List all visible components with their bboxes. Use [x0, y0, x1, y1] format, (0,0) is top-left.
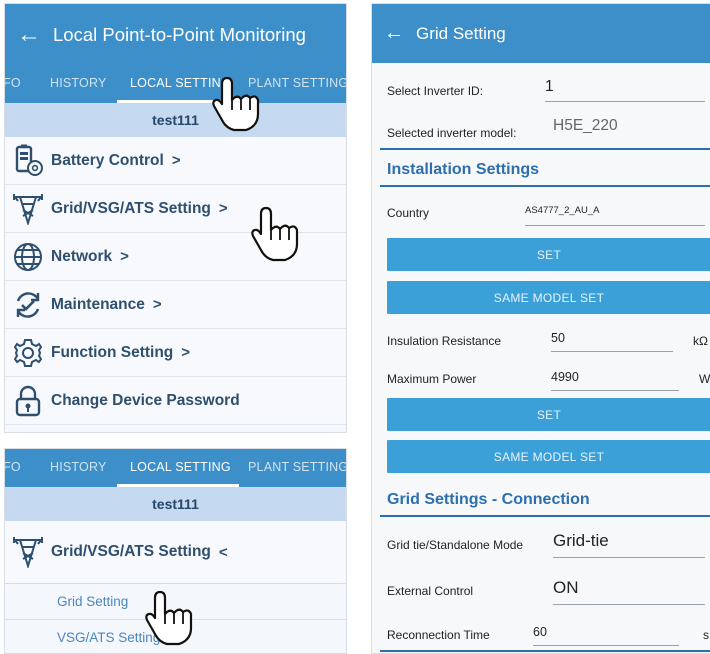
chevron-right-icon: > — [120, 248, 129, 265]
menu-item-label: Change Device Password — [51, 391, 240, 409]
local-monitoring-screen: ← Local Point-to-Point Monitoring FO HIS… — [4, 3, 347, 433]
reconnection-time-label: Reconnection Time — [387, 628, 490, 642]
active-tab-indicator — [117, 484, 239, 487]
menu-group-grid-vsg-ats[interactable]: Grid/VSG/ATS Setting < — [5, 521, 346, 583]
same-model-set-button[interactable]: SAME MODEL SET — [387, 281, 710, 314]
device-name-bar: test111 — [5, 103, 346, 137]
chevron-right-icon: > — [152, 296, 162, 313]
external-control-select[interactable]: ON — [553, 578, 705, 605]
refresh-check-icon — [5, 281, 51, 329]
chevron-left-icon: < — [218, 543, 228, 561]
tab-plant-setting[interactable]: PLANT SETTING — [248, 460, 346, 474]
insulation-resistance-label: Insulation Resistance — [387, 334, 502, 348]
battery-settings-icon — [5, 137, 51, 185]
grid-setting-screen: ← Grid Setting Select Inverter ID: 1 Sel… — [371, 3, 710, 654]
max-power-input[interactable]: 4990 — [551, 370, 679, 391]
lock-icon — [5, 377, 51, 425]
insulation-resistance-input[interactable]: 50 — [551, 331, 673, 352]
globe-icon — [5, 233, 51, 281]
section-divider — [380, 185, 710, 187]
device-name-bar: test111 — [5, 487, 346, 521]
power-tower-icon — [5, 185, 51, 233]
section-divider — [380, 515, 710, 517]
menu-item-label: Grid/VSG/ATS Setting — [51, 199, 211, 217]
reconnection-unit: s — [703, 628, 709, 642]
tab-local-setting[interactable]: LOCAL SETTING — [130, 460, 231, 474]
app-bar: ← Local Point-to-Point Monitoring — [5, 4, 346, 65]
mode-label: Grid tie/Standalone Mode — [387, 538, 524, 552]
menu-item-change-password[interactable]: Change Device Password — [5, 377, 346, 425]
menu-item-battery-control[interactable]: Battery Control > — [5, 137, 346, 185]
tab-history[interactable]: HISTORY — [50, 460, 107, 474]
menu-item-label: Function Setting — [51, 343, 174, 361]
mode-select[interactable]: Grid-tie — [553, 531, 705, 558]
inverter-id-field[interactable]: 1 — [545, 78, 705, 102]
chevron-right-icon: > — [171, 152, 181, 169]
menu-item-maintenance[interactable]: Maintenance > — [5, 281, 346, 329]
set-button[interactable]: SET — [387, 238, 710, 271]
tap-hand-icon — [143, 590, 193, 651]
menu-item-label: Grid/VSG/ATS Setting — [51, 543, 211, 560]
screen-title: Local Point-to-Point Monitoring — [53, 23, 306, 45]
installation-settings-header: Installation Settings — [387, 161, 540, 178]
set-button[interactable]: SET — [387, 398, 710, 431]
power-tower-icon — [5, 528, 51, 576]
section-divider — [380, 148, 710, 150]
selected-model-value: H5E_220 — [553, 117, 618, 134]
tab-plant-setting[interactable]: PLANT SETTING — [248, 76, 346, 90]
tap-hand-icon — [249, 206, 299, 267]
country-select[interactable]: AS4777_2_AU_A — [525, 205, 705, 226]
same-model-set-button[interactable]: SAME MODEL SET — [387, 440, 710, 473]
menu-item-label: Network — [51, 247, 113, 265]
menu-item-label: Maintenance — [51, 295, 145, 313]
country-label: Country — [387, 206, 430, 220]
external-control-label: External Control — [387, 584, 474, 598]
max-power-label: Maximum Power — [387, 372, 477, 386]
back-arrow-icon[interactable]: ← — [372, 22, 416, 45]
back-arrow-icon[interactable]: ← — [5, 21, 53, 49]
chevron-right-icon: > — [218, 200, 228, 217]
tab-history[interactable]: HISTORY — [50, 76, 107, 90]
insulation-unit: kΩ — [693, 334, 708, 348]
tab-bar: FO HISTORY LOCAL SETTING PLANT SETTING — [5, 65, 346, 103]
screen-title: Grid Setting — [416, 23, 506, 43]
select-inverter-label: Select Inverter ID: — [387, 84, 484, 98]
menu-item-function-setting[interactable]: Function Setting > — [5, 329, 346, 377]
gear-icon — [5, 329, 51, 377]
selected-model-label: Selected inverter model: — [387, 126, 517, 140]
reconnection-time-input[interactable]: 60 — [533, 625, 679, 646]
tab-bar: FO HISTORY LOCAL SETTING PLANT SETTING — [5, 449, 346, 487]
grid-connection-header: Grid Settings - Connection — [387, 491, 590, 508]
menu-item-label: Battery Control — [51, 151, 164, 169]
tab-info[interactable]: FO — [5, 460, 21, 474]
tap-hand-icon — [210, 76, 260, 137]
grid-submenu-screen: FO HISTORY LOCAL SETTING PLANT SETTING t… — [4, 448, 347, 654]
app-bar: ← Grid Setting — [372, 4, 710, 63]
max-power-unit: W — [699, 372, 710, 386]
section-divider — [380, 650, 710, 652]
tab-info[interactable]: FO — [5, 76, 21, 90]
chevron-right-icon: > — [181, 344, 191, 361]
